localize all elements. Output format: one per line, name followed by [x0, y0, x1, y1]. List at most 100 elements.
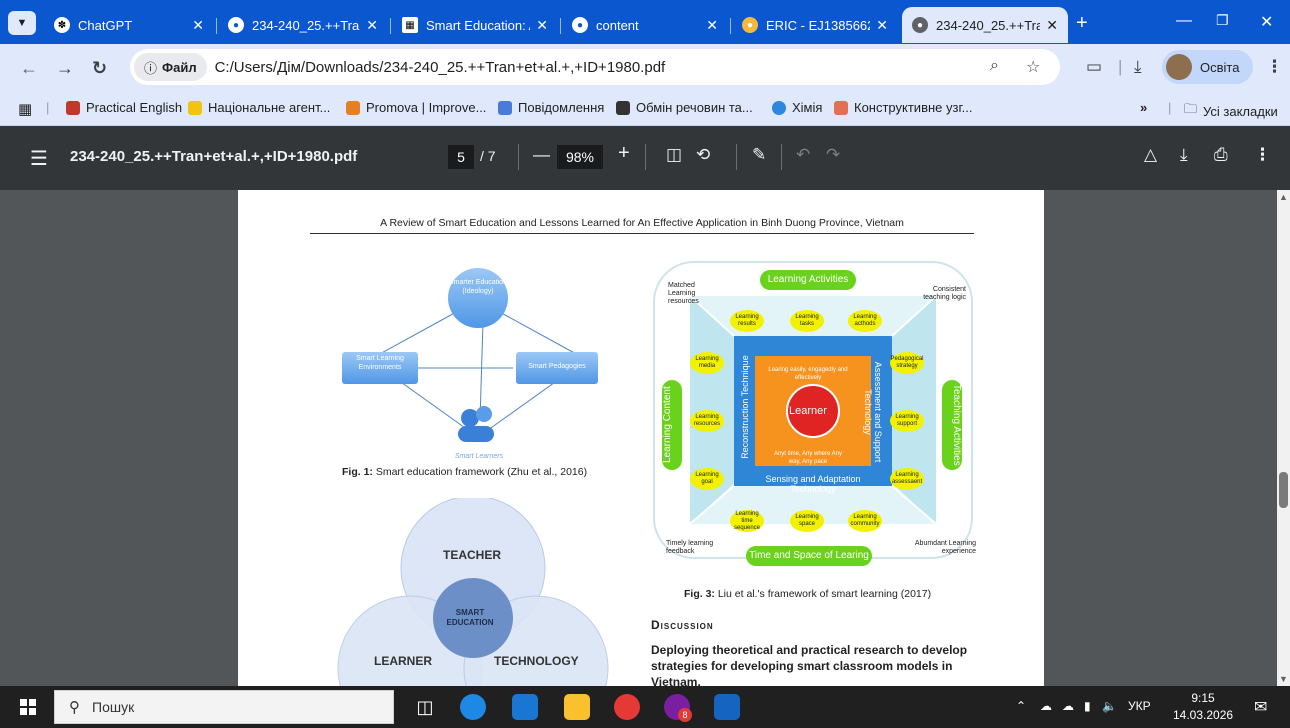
tab-smart-education[interactable]: ▦ Smart Education: A ✕: [392, 7, 558, 43]
pdf-viewer[interactable]: A Review of Smart Education and Lessons …: [0, 190, 1290, 686]
tab-eric[interactable]: ● ERIC - EJ1385662 - ✕: [732, 7, 898, 43]
scroll-thumb[interactable]: [1279, 472, 1288, 508]
search-placeholder: Пошук: [92, 699, 135, 715]
word-icon[interactable]: [714, 694, 740, 720]
minimize-icon[interactable]: —: [1176, 12, 1192, 30]
bookmark-messages[interactable]: Повідомлення: [498, 100, 604, 115]
redo-icon[interactable]: ↷: [826, 145, 840, 165]
chrome-icon[interactable]: [614, 694, 640, 720]
task-view-icon[interactable]: ◫: [412, 694, 438, 720]
tab-content[interactable]: ● content ✕: [562, 7, 728, 43]
fig3-corner-br: Abumdant Learning experience: [914, 540, 976, 555]
bookmark-practical-english[interactable]: Practical English: [66, 100, 182, 115]
running-head: A Review of Smart Education and Lessons …: [310, 217, 974, 234]
bookmarks-overflow-button[interactable]: »: [1140, 100, 1147, 115]
close-icon[interactable]: ✕: [536, 17, 548, 34]
scrollbar[interactable]: ▲ ▼: [1277, 190, 1290, 686]
bookmark-label: Promova | Improve...: [366, 100, 487, 115]
hamburger-menu-icon[interactable]: ☰: [30, 146, 48, 171]
language-indicator[interactable]: УКР: [1128, 699, 1151, 713]
page-total: / 7: [480, 148, 496, 164]
omnibox[interactable]: ⓘ Файл C:/Users/Дім/Downloads/234-240_25…: [130, 49, 1060, 85]
bookmark-favicon: [498, 100, 512, 115]
clock[interactable]: 9:15 14.03.2026: [1173, 690, 1233, 724]
close-window-icon[interactable]: ✕: [1260, 12, 1273, 32]
zoom-icon[interactable]: ⌕: [990, 57, 999, 75]
fig2-center-label: SMART EDUCATION: [446, 608, 494, 627]
toolbar-divider: [781, 144, 782, 170]
bookmark-label: Конструктивне узг...: [854, 100, 973, 115]
close-icon[interactable]: ✕: [706, 17, 718, 34]
bookmark-metabolism[interactable]: Обмін речовин та...: [616, 100, 753, 115]
reload-icon[interactable]: ↻: [92, 58, 107, 79]
zoom-level-input[interactable]: 98%: [557, 145, 603, 169]
taskbar-search[interactable]: ⚲ Пошук: [54, 690, 394, 724]
all-bookmarks-button[interactable]: 🗀 Усі закладки: [1184, 100, 1278, 122]
yellow-node: Learning resources: [690, 410, 724, 432]
clock-date: 14.03.2026: [1173, 708, 1234, 722]
download-icon[interactable]: ⤓: [1134, 57, 1142, 77]
folder-icon: 🗀: [1184, 101, 1198, 116]
viber-icon[interactable]: 8: [664, 694, 692, 722]
bookmark-label: Обмін речовин та...: [636, 100, 753, 115]
yellow-node: Pedagogical strategy: [890, 352, 924, 374]
bookmark-label: Хімія: [792, 100, 823, 115]
download-icon[interactable]: ⤓: [1180, 145, 1188, 165]
back-icon[interactable]: ←: [20, 58, 38, 79]
page-number-input[interactable]: 5: [448, 145, 474, 169]
profile-button[interactable]: Освіта: [1162, 50, 1254, 84]
url-text[interactable]: C:/Users/Дім/Downloads/234-240_25.++Tran…: [215, 59, 666, 76]
profile-label: Освіта: [1200, 59, 1240, 75]
start-button[interactable]: [20, 699, 36, 715]
yellow-node: Learning space: [790, 510, 824, 532]
notifications-icon[interactable]: ✉: [1254, 697, 1267, 717]
forward-icon[interactable]: →: [56, 58, 74, 79]
print-icon[interactable]: ⎙: [1214, 145, 1228, 165]
toolbar-divider: [736, 144, 737, 170]
draw-icon[interactable]: ✎: [752, 145, 766, 165]
apps-grid-icon[interactable]: ▦: [18, 100, 32, 118]
bookmark-chemistry[interactable]: Хімія: [772, 100, 822, 115]
fit-page-icon[interactable]: ◫: [666, 145, 682, 165]
close-icon[interactable]: ✕: [192, 17, 204, 34]
scroll-down-icon[interactable]: ▼: [1279, 674, 1288, 684]
tab-chatgpt[interactable]: ✽ ChatGPT ✕: [44, 7, 214, 43]
yellow-node: Learning assessaent: [890, 468, 924, 490]
zoom-out-icon[interactable]: —: [533, 145, 550, 165]
undo-icon[interactable]: ↶: [796, 145, 810, 165]
tab-search-button[interactable]: ▼: [8, 11, 36, 35]
fig3-orange-top: Learing easily, engagedly and effectivel…: [768, 367, 848, 381]
tab-pdf-active[interactable]: ● 234-240_25.++Tra ✕: [902, 7, 1068, 43]
bookmark-star-icon[interactable]: ☆: [1026, 57, 1040, 77]
close-icon[interactable]: ✕: [876, 17, 888, 34]
bookmark-national-agency[interactable]: Національне агент...: [188, 100, 330, 115]
battery-icon[interactable]: ▮: [1084, 699, 1091, 713]
restore-icon[interactable]: ❐: [1216, 12, 1229, 29]
kebab-menu-icon[interactable]: ⋮: [1266, 57, 1283, 77]
bookmark-constructive[interactable]: Конструктивне узг...: [834, 100, 972, 115]
close-icon[interactable]: ✕: [366, 17, 378, 34]
bookmark-favicon: [188, 100, 202, 115]
cloud-icon[interactable]: ☁: [1062, 699, 1074, 713]
bookmark-promova[interactable]: Promova | Improve...: [346, 100, 486, 115]
yellow-node: Learning acthods: [848, 310, 882, 332]
scroll-up-icon[interactable]: ▲: [1279, 192, 1288, 202]
tab-strip: ▼ ✽ ChatGPT ✕ ● 234-240_25.++Tra ✕ ▦ Sma…: [0, 0, 1290, 44]
mail-icon[interactable]: [512, 694, 538, 720]
taskbar: ⚲ Пошук ◫ 8 ⌃ ☁ ☁ ▮ 🔈 УКР 9:15 14.03.202…: [0, 686, 1290, 728]
file-badge[interactable]: ⓘ Файл: [134, 53, 207, 81]
tab-pdf-1[interactable]: ● 234-240_25.++Tra ✕: [218, 7, 388, 43]
new-tab-button[interactable]: +: [1076, 13, 1088, 33]
save-to-drive-icon[interactable]: △: [1144, 145, 1157, 165]
avatar: [1166, 54, 1192, 80]
rotate-icon[interactable]: ⟲: [696, 145, 710, 165]
tray-expand-icon[interactable]: ⌃: [1016, 699, 1026, 713]
extensions-icon[interactable]: ▭: [1086, 57, 1102, 77]
volume-icon[interactable]: 🔈: [1102, 699, 1117, 713]
close-icon[interactable]: ✕: [1046, 17, 1058, 34]
file-explorer-icon[interactable]: [564, 694, 590, 720]
more-options-icon[interactable]: ⋮: [1254, 145, 1271, 165]
edge-icon[interactable]: [460, 694, 486, 720]
zoom-in-icon[interactable]: +: [618, 142, 630, 165]
onedrive-icon[interactable]: ☁: [1040, 699, 1052, 713]
